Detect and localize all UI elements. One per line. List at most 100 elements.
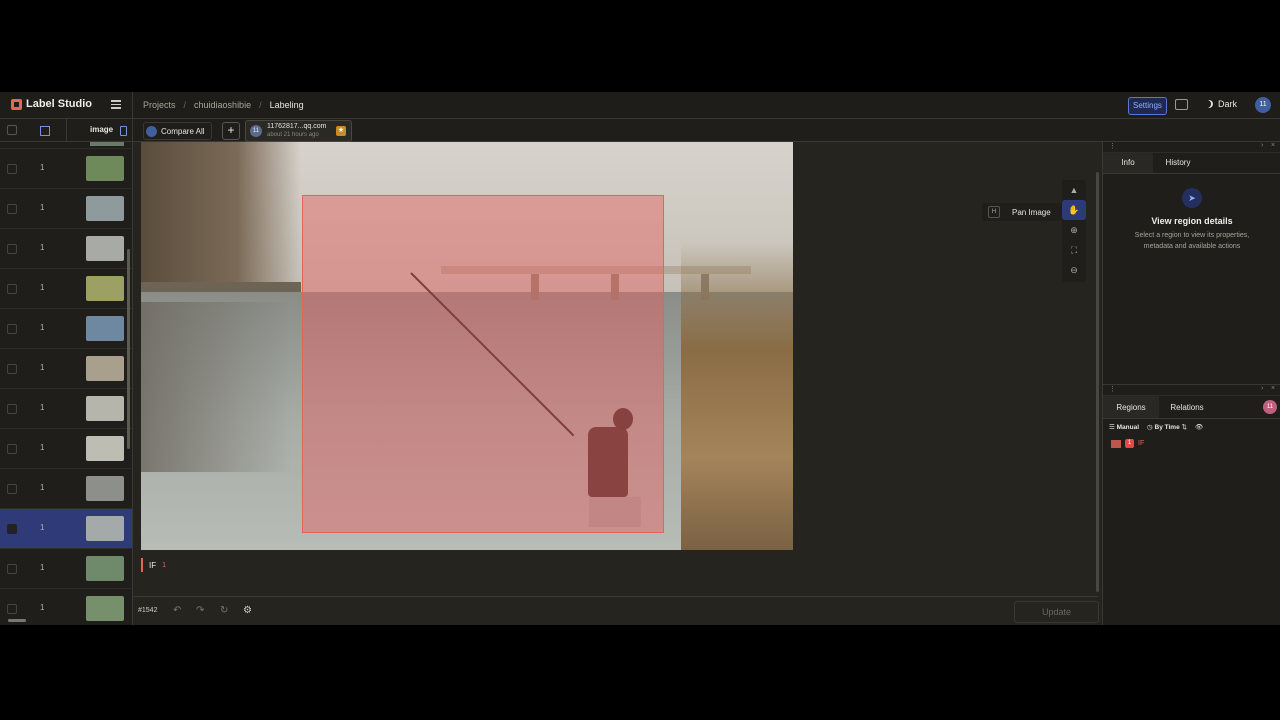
row-checkbox[interactable] bbox=[7, 244, 17, 254]
visibility-eye-icon[interactable]: 👁 bbox=[1195, 423, 1203, 431]
group-manual-toggle[interactable]: ☰ Manual bbox=[1109, 423, 1139, 431]
drag-handle-icon[interactable]: ⋮ bbox=[1109, 385, 1116, 393]
sort-by-time-toggle[interactable]: ◷ By Time ⇅ bbox=[1147, 423, 1187, 431]
fit-to-screen-icon[interactable]: ⛶ bbox=[1062, 240, 1086, 260]
row-checkbox[interactable] bbox=[7, 324, 17, 334]
list-item[interactable]: 1 bbox=[0, 429, 132, 469]
task-image[interactable] bbox=[141, 142, 793, 550]
horizontal-scrollbar[interactable] bbox=[8, 619, 26, 622]
list-item[interactable]: 1 bbox=[0, 509, 132, 549]
regions-panel-header: ⋮ › × bbox=[1103, 385, 1280, 396]
task-list-header: image bbox=[0, 119, 132, 142]
tool-tooltip-label: Pan Image bbox=[1012, 207, 1051, 217]
list-item[interactable]: 1 bbox=[0, 389, 132, 429]
add-annotation-button[interactable]: + bbox=[222, 122, 240, 140]
list-item[interactable]: 1 bbox=[0, 229, 132, 269]
close-icon[interactable]: × bbox=[1271, 142, 1275, 149]
row-checkbox[interactable] bbox=[7, 604, 17, 614]
row-checkbox[interactable] bbox=[7, 484, 17, 494]
region-label: IF bbox=[1138, 440, 1145, 447]
tool-tooltip: H Pan Image bbox=[982, 203, 1064, 221]
theme-label: Dark bbox=[1218, 99, 1238, 109]
redo-icon[interactable]: ↷ bbox=[196, 605, 204, 616]
thumbnail bbox=[86, 356, 124, 381]
app-logo[interactable]: Label Studio bbox=[11, 98, 92, 110]
keyboard-shortcuts-icon[interactable] bbox=[1175, 99, 1188, 110]
row-checkbox[interactable] bbox=[7, 564, 17, 574]
region-tools: ☰ Manual ◷ By Time ⇅ 👁 bbox=[1103, 419, 1280, 435]
tab-relations[interactable]: Relations bbox=[1159, 396, 1215, 418]
list-item[interactable]: 1 bbox=[0, 269, 132, 309]
drag-handle-icon[interactable]: ⋮ bbox=[1109, 142, 1116, 150]
star-icon[interactable]: ★ bbox=[336, 126, 346, 136]
region-label-tag[interactable]: IF 1 bbox=[141, 558, 172, 572]
list-item[interactable]: 1 bbox=[0, 309, 132, 349]
app-name: Label Studio bbox=[26, 98, 92, 110]
column-header-image[interactable]: image bbox=[90, 125, 113, 134]
bottom-toolbar: #1542 ↶ ↷ ↻ ⚙ Update bbox=[133, 596, 1099, 626]
pan-hand-icon[interactable]: ✋ bbox=[1062, 200, 1086, 220]
task-id: #1542 bbox=[138, 607, 158, 614]
row-checkbox[interactable] bbox=[7, 204, 17, 214]
list-item[interactable]: 1 bbox=[0, 469, 132, 509]
breadcrumb-projects[interactable]: Projects bbox=[143, 100, 176, 110]
collapse-icon[interactable]: › bbox=[1261, 385, 1263, 392]
info-description: Select a region to view its properties, … bbox=[1134, 232, 1250, 250]
settings-button[interactable]: Settings bbox=[1128, 97, 1167, 115]
zoom-out-icon[interactable]: ⊖ bbox=[1062, 260, 1086, 280]
region-owner-avatar[interactable]: 11 bbox=[1263, 400, 1277, 414]
thumbnail bbox=[86, 156, 124, 181]
zoom-in-icon[interactable]: ⊕ bbox=[1062, 220, 1086, 240]
list-item[interactable]: 1 bbox=[0, 349, 132, 389]
annotation-count: 1 bbox=[40, 523, 45, 532]
annotation-count: 1 bbox=[40, 323, 45, 332]
tab-regions[interactable]: Regions bbox=[1103, 396, 1159, 418]
annotation-count: 1 bbox=[40, 483, 45, 492]
row-checkbox[interactable] bbox=[7, 444, 17, 454]
close-icon[interactable]: × bbox=[1271, 385, 1275, 392]
regions-tabs: Regions Relations 11 bbox=[1103, 396, 1280, 419]
canvas-scrollbar[interactable] bbox=[1096, 172, 1099, 592]
moon-icon bbox=[1205, 100, 1213, 108]
thumbnail bbox=[86, 316, 124, 341]
menu-icon[interactable] bbox=[111, 100, 121, 109]
breadcrumb-project[interactable]: chuidiaoshibie bbox=[194, 100, 251, 110]
tab-history[interactable]: History bbox=[1153, 153, 1203, 173]
annotation-tab[interactable]: 11 11762817...qq.com about 21 hours ago … bbox=[245, 120, 352, 142]
breadcrumb-separator: / bbox=[259, 100, 262, 110]
settings-sliders-icon[interactable]: ⚙ bbox=[243, 605, 252, 616]
select-tool-icon[interactable]: ▲ bbox=[1062, 180, 1086, 200]
list-item[interactable]: 1 bbox=[0, 549, 132, 589]
list-scrollbar[interactable] bbox=[127, 249, 130, 449]
compare-icon bbox=[146, 125, 157, 137]
top-header: Label Studio Projects / chuidiaoshibie /… bbox=[0, 92, 1280, 119]
compare-all-button[interactable]: Compare All bbox=[143, 122, 212, 140]
row-checkbox[interactable] bbox=[7, 284, 17, 294]
row-checkbox[interactable] bbox=[7, 524, 17, 534]
annotation-count: 1 bbox=[40, 443, 45, 452]
column-menu-icon[interactable] bbox=[120, 126, 127, 136]
collapse-icon[interactable]: › bbox=[1261, 142, 1263, 149]
list-item[interactable]: 1 bbox=[0, 189, 132, 229]
list-item[interactable]: 1 bbox=[0, 149, 132, 189]
list-item[interactable] bbox=[0, 142, 132, 149]
tab-info[interactable]: Info bbox=[1103, 153, 1153, 173]
task-list: 1 1 1 1 1 1 1 1 1 1 1 1 bbox=[0, 142, 132, 625]
row-checkbox[interactable] bbox=[7, 364, 17, 374]
annotation-count: 1 bbox=[40, 603, 45, 612]
cursor-icon: ➤ bbox=[1182, 188, 1202, 208]
bounding-box-region[interactable] bbox=[302, 195, 664, 533]
thumbnail bbox=[86, 276, 124, 301]
theme-toggle[interactable]: Dark bbox=[1205, 99, 1237, 109]
thumbnail bbox=[86, 236, 124, 261]
region-list-item[interactable]: 1 IF bbox=[1103, 435, 1280, 452]
grid-view-icon[interactable] bbox=[40, 126, 50, 136]
user-avatar[interactable]: 11 bbox=[1255, 97, 1271, 113]
row-checkbox[interactable] bbox=[7, 164, 17, 174]
row-checkbox[interactable] bbox=[7, 404, 17, 414]
update-button[interactable]: Update bbox=[1014, 601, 1099, 623]
undo-icon[interactable]: ↶ bbox=[173, 605, 181, 616]
select-all-checkbox[interactable] bbox=[7, 125, 17, 135]
label-studio-app: Label Studio Projects / chuidiaoshibie /… bbox=[0, 92, 1280, 625]
reset-icon[interactable]: ↻ bbox=[220, 605, 228, 616]
